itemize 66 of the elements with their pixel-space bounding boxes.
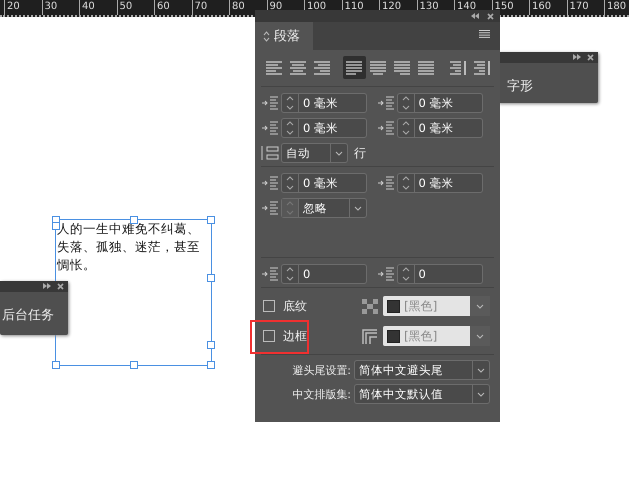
frame-text: 人的一生中难免不纠葛、失落、孤独、迷茫，甚至惆怅。 [56, 220, 201, 274]
selection-handle[interactable] [130, 361, 138, 369]
expand-icon[interactable] [43, 283, 51, 289]
checkbox-label: 底纹 [282, 298, 307, 314]
ruler-label: 20 [4, 0, 42, 15]
checkbox[interactable] [263, 300, 275, 312]
drop-cap-lines-icon [261, 266, 279, 282]
grid-icon [261, 145, 279, 161]
updown-icon [263, 30, 270, 42]
drop-cap-icon [261, 200, 279, 216]
selection-handle[interactable] [207, 340, 215, 349]
expand-icon[interactable] [573, 54, 581, 60]
grid-align-dropdown[interactable]: 自动 [281, 143, 348, 163]
ruler-label: 30 [42, 0, 79, 15]
mojikumi-dropdown[interactable]: 简体中文默认值 [354, 384, 490, 404]
number-field[interactable]: 0 毫米 [281, 173, 367, 193]
first-line-indent-icon [261, 120, 279, 136]
color-swatch [387, 330, 400, 342]
tab-label: 段落 [274, 28, 300, 45]
space-before-icon [261, 175, 279, 191]
caret-icon [470, 326, 490, 346]
pattern-icon [361, 298, 379, 314]
spinner-icon [282, 199, 299, 217]
kinsoku-dropdown[interactable]: 简体中文避头尾 [354, 360, 490, 380]
panel-title[interactable]: 字形 [497, 63, 598, 95]
alignment-button[interactable] [343, 56, 366, 79]
space-after-icon [376, 175, 394, 191]
number-field[interactable]: 0 [281, 264, 367, 284]
last-line-indent-icon [376, 120, 394, 136]
selection-handle[interactable] [207, 361, 215, 369]
close-icon[interactable] [57, 283, 64, 290]
ruler-label: 70 [192, 0, 229, 15]
setting-label: 避头尾设置: [292, 362, 351, 378]
close-icon[interactable] [487, 12, 494, 20]
panel-tab[interactable]: 段落 [255, 22, 313, 50]
ruler-label: 50 [116, 0, 154, 15]
setting-label: 中文排版集: [292, 386, 351, 402]
highlight-rectangle [250, 320, 309, 354]
selection-handle[interactable] [207, 274, 215, 282]
ruler-label: 160 [529, 0, 566, 15]
drop-cap-chars-icon [376, 266, 394, 282]
dropdown-field[interactable]: 忽略 [281, 198, 367, 218]
number-field[interactable]: 0 毫米 [396, 173, 482, 193]
number-field[interactable]: 0 毫米 [281, 118, 367, 138]
collapse-icon[interactable] [471, 13, 479, 19]
unit-label: 行 [353, 144, 366, 162]
selection-handle[interactable] [130, 216, 138, 224]
corner-icon [361, 328, 379, 344]
number-field[interactable]: 0 毫米 [281, 93, 367, 113]
number-field[interactable]: 0 [396, 264, 482, 284]
number-field[interactable]: 0 毫米 [396, 93, 482, 113]
ruler-label: 170 [566, 0, 604, 15]
right-indent-icon [376, 95, 394, 111]
ruler-label: 40 [79, 0, 116, 15]
checkbox-label: 边框 [282, 328, 307, 344]
ruler-label: 60 [154, 0, 192, 15]
number-field[interactable]: 0 毫米 [396, 118, 482, 138]
ruler-label: 180 [604, 0, 629, 15]
close-icon[interactable] [587, 54, 594, 61]
selection-handle[interactable] [52, 361, 60, 369]
caret-icon [470, 296, 490, 316]
color-swatch [387, 300, 400, 312]
menu-icon[interactable] [479, 30, 490, 38]
left-indent-icon [261, 95, 279, 111]
checkbox[interactable] [263, 330, 275, 342]
selection-handle[interactable] [207, 216, 215, 224]
